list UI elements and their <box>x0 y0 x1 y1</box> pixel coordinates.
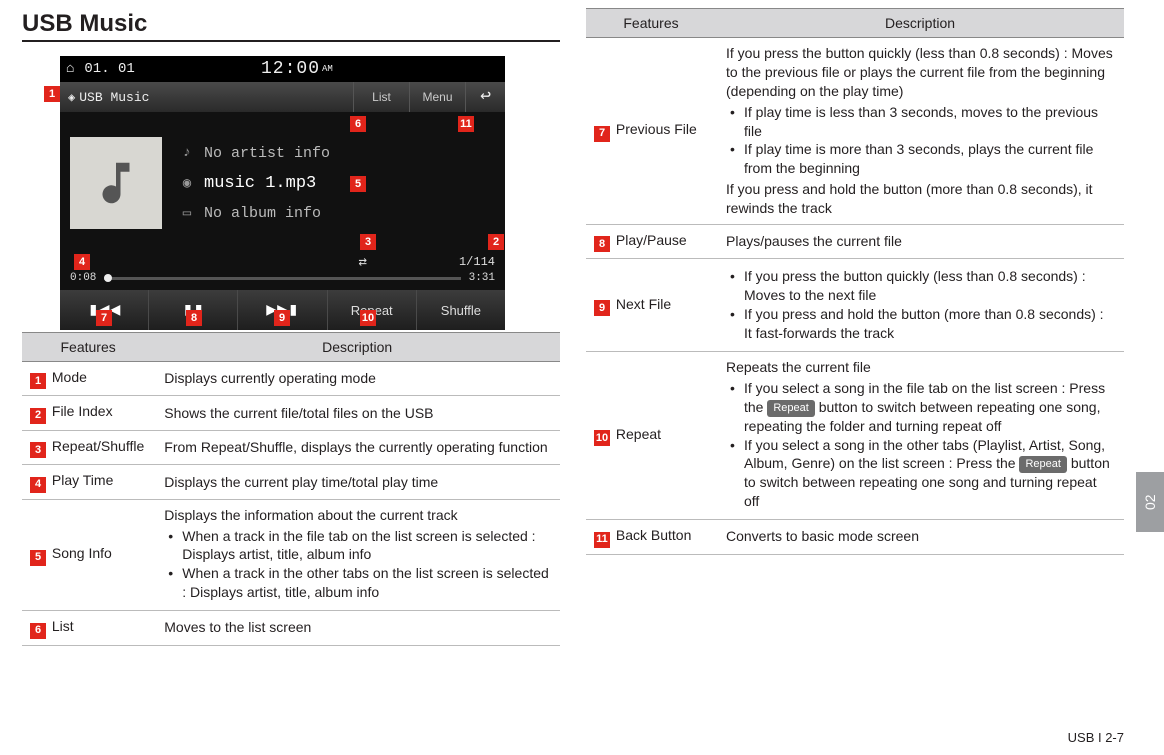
table-row: 6 ListMoves to the list screen <box>22 611 560 645</box>
device-screenshot: ⌂ 01. 01 12:00 AM ◈ USB Music List Menu … <box>60 56 505 318</box>
feature-name-cell: 4 Play Time <box>22 465 154 499</box>
song-text: music 1.mp3 <box>204 174 316 193</box>
feature-number: 3 <box>30 442 46 458</box>
table-row: 3 Repeat/ShuffleFrom Repeat/Shuffle, dis… <box>22 430 560 464</box>
feature-name-cell: 3 Repeat/Shuffle <box>22 430 154 464</box>
album-icon: ▭ <box>178 205 196 222</box>
table-row: 9 Next FileIf you press the button quick… <box>586 259 1124 352</box>
album-art-placeholder <box>70 137 162 229</box>
page-footer: USB I 2-7 <box>1068 730 1124 745</box>
feature-number: 8 <box>594 236 610 252</box>
status-bar: ⌂ 01. 01 12:00 AM <box>60 56 505 82</box>
usb-icon: ◈ <box>68 90 75 105</box>
repeat-pill: Repeat <box>767 400 814 417</box>
marker-11: 11 <box>458 116 474 132</box>
feature-description: If you press the button quickly (less th… <box>716 259 1124 352</box>
feature-description: Converts to basic mode screen <box>716 520 1124 554</box>
table-row: 1 ModeDisplays currently operating mode <box>22 362 560 396</box>
table-row: 5 Song InfoDisplays the information abou… <box>22 499 560 610</box>
marker-3: 3 <box>360 234 376 250</box>
table-row: 2 File IndexShows the current file/total… <box>22 396 560 430</box>
feature-number: 6 <box>30 623 46 639</box>
feature-description: Displays currently operating mode <box>154 362 560 396</box>
feature-description: Shows the current file/total files on th… <box>154 396 560 430</box>
features-table-right: Features Description 7 Previous FileIf y… <box>586 8 1124 555</box>
th-features-r: Features <box>586 9 716 38</box>
feature-description: If you press the button quickly (less th… <box>716 38 1124 225</box>
feature-number: 4 <box>30 477 46 493</box>
marker-2: 2 <box>488 234 504 250</box>
feature-description: Displays the information about the curre… <box>154 499 560 610</box>
feature-number: 7 <box>594 126 610 142</box>
marker-5: 5 <box>350 176 366 192</box>
feature-name-cell: 10 Repeat <box>586 352 716 520</box>
marker-8: 8 <box>186 310 202 326</box>
marker-4: 4 <box>74 254 90 270</box>
th-features: Features <box>22 333 154 362</box>
marker-1: 1 <box>44 86 60 102</box>
status-ampm: AM <box>322 64 333 74</box>
feature-number: 10 <box>594 430 610 446</box>
progress-row: 0:08 3:31 <box>60 270 505 284</box>
marker-9: 9 <box>274 310 290 326</box>
table-row: 11 Back ButtonConverts to basic mode scr… <box>586 520 1124 554</box>
marker-7: 7 <box>96 310 112 326</box>
list-button[interactable]: List <box>353 82 409 112</box>
page-title: USB Music <box>22 10 560 38</box>
song-icon: ◉ <box>178 175 196 192</box>
feature-number: 5 <box>30 550 46 566</box>
marker-10: 10 <box>360 310 376 326</box>
file-index: 1/114 <box>459 255 495 269</box>
feature-description: Displays the current play time/total pla… <box>154 465 560 499</box>
th-description: Description <box>154 333 560 362</box>
marker-6: 6 <box>350 116 366 132</box>
feature-name-cell: 1 Mode <box>22 362 154 396</box>
feature-description: Plays/pauses the current file <box>716 225 1124 259</box>
feature-number: 2 <box>30 408 46 424</box>
chapter-tab: 02 <box>1136 472 1164 532</box>
now-playing-area: ♪ No artist info ◉ music 1.mp3 ▭ No album i… <box>60 112 505 254</box>
table-row: 10 RepeatRepeats the current fileIf you … <box>586 352 1124 520</box>
feature-number: 9 <box>594 300 610 316</box>
features-table-left: Features Description 1 ModeDisplays curr… <box>22 332 560 646</box>
feature-name-cell: 11 Back Button <box>586 520 716 554</box>
feature-name-cell: 8 Play/Pause <box>586 225 716 259</box>
menu-button[interactable]: Menu <box>409 82 465 112</box>
feature-name-cell: 7 Previous File <box>586 38 716 225</box>
feature-name-cell: 5 Song Info <box>22 499 154 610</box>
table-row: 7 Previous FileIf you press the button q… <box>586 38 1124 225</box>
status-time: 12:00 <box>261 59 320 79</box>
status-date: 01. 01 <box>84 61 134 77</box>
time-total: 3:31 <box>469 272 495 284</box>
feature-description: Repeats the current fileIf you select a … <box>716 352 1124 520</box>
home-icon: ⌂ <box>66 61 74 77</box>
table-row: 4 Play TimeDisplays the current play tim… <box>22 465 560 499</box>
feature-name-cell: 9 Next File <box>586 259 716 352</box>
back-button[interactable]: ↩ <box>465 82 505 112</box>
shuffle-button[interactable]: Shuffle <box>417 290 505 330</box>
th-description-r: Description <box>716 9 1124 38</box>
repeat-indicator-icon: ⇄ <box>359 254 367 271</box>
artist-icon: ♪ <box>178 145 196 161</box>
feature-number: 1 <box>30 373 46 389</box>
feature-name-cell: 6 List <box>22 611 154 645</box>
feature-description: From Repeat/Shuffle, displays the curren… <box>154 430 560 464</box>
artist-text: No artist info <box>204 145 330 162</box>
table-row: 8 Play/PausePlays/pauses the current fil… <box>586 225 1124 259</box>
app-bar: ◈ USB Music List Menu ↩ <box>60 82 505 112</box>
progress-bar[interactable] <box>104 277 460 280</box>
repeat-pill: Repeat <box>1019 456 1066 473</box>
app-title: USB Music <box>79 90 149 105</box>
feature-name-cell: 2 File Index <box>22 396 154 430</box>
feature-number: 11 <box>594 532 610 548</box>
time-current: 0:08 <box>70 272 96 284</box>
feature-description: Moves to the list screen <box>154 611 560 645</box>
title-rule <box>22 40 560 42</box>
album-text: No album info <box>204 205 321 222</box>
